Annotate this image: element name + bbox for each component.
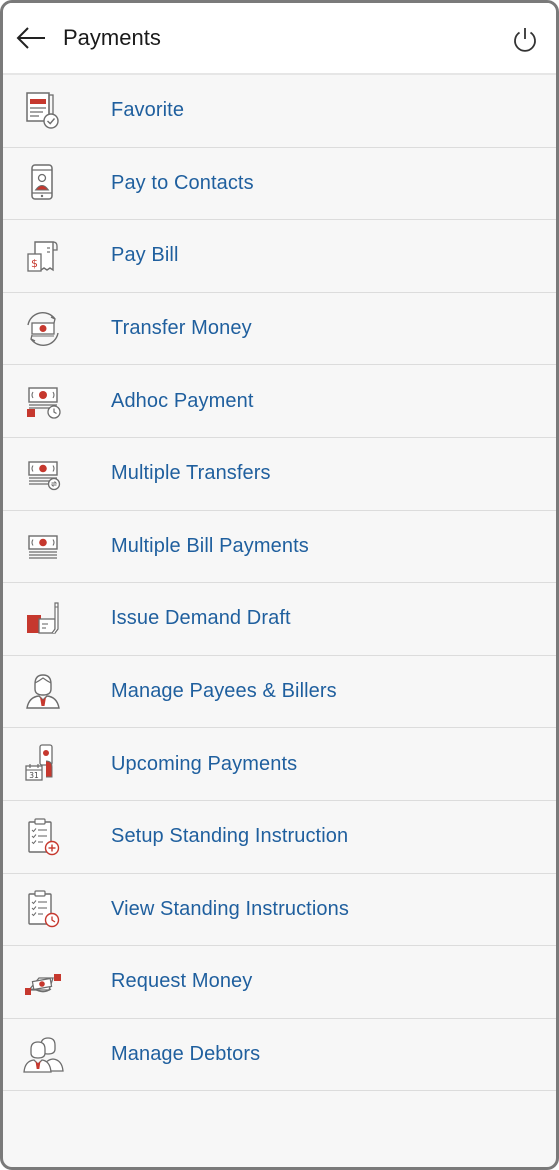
- menu-item-label: Upcoming Payments: [111, 752, 298, 775]
- menu-item-multiple-bill-payments[interactable]: Multiple Bill Payments: [3, 510, 556, 584]
- manage-debtors-icon: [23, 1036, 64, 1073]
- adhoc-payment-icon: [27, 387, 61, 419]
- transfer-money-icon: [27, 311, 59, 346]
- menu-item-manage-payees-billers[interactable]: Manage Payees & Billers: [3, 655, 556, 729]
- menu-item-label: Manage Debtors: [111, 1043, 261, 1066]
- menu-item-label: Adhoc Payment: [111, 389, 254, 412]
- menu-item-label: Setup Standing Instruction: [111, 825, 349, 848]
- issue-demand-draft-icon: [27, 602, 59, 634]
- menu-item-label: Multiple Bill Payments: [111, 534, 309, 557]
- menu-item-transfer-money[interactable]: Transfer Money: [3, 292, 556, 366]
- manage-payees-icon: [26, 673, 60, 709]
- menu-item-pay-bill[interactable]: $ Pay Bill: [3, 220, 556, 293]
- view-standing-instructions-icon: [28, 890, 60, 928]
- menu-item-manage-debtors[interactable]: Manage Debtors: [3, 1018, 556, 1092]
- menu-item-label: Transfer Money: [111, 317, 252, 340]
- svg-text:$: $: [31, 257, 38, 270]
- power-button[interactable]: [508, 23, 542, 57]
- menu-item-upcoming-payments[interactable]: 31 Upcoming Payments: [3, 728, 556, 801]
- multiple-bill-payments-icon: [28, 535, 58, 559]
- power-icon: [514, 28, 536, 52]
- app-header: Payments: [3, 3, 556, 75]
- page-title: Payments: [63, 25, 161, 50]
- app-frame: Payments Favorite Pay to Contacts $ Pay …: [0, 0, 559, 1170]
- menu-item-label: Pay to Contacts: [111, 171, 254, 194]
- menu-item-label: Request Money: [111, 970, 253, 993]
- calendar-day-text: 31: [29, 771, 39, 780]
- pay-bill-icon: $: [27, 241, 58, 272]
- upcoming-payments-icon: 31: [25, 744, 53, 781]
- request-money-icon: [25, 973, 61, 995]
- menu-item-issue-demand-draft[interactable]: Issue Demand Draft: [3, 583, 556, 656]
- menu-item-pay-to-contacts[interactable]: Pay to Contacts: [3, 147, 556, 221]
- menu-item-adhoc-payment[interactable]: Adhoc Payment: [3, 365, 556, 438]
- pay-to-contacts-icon: [31, 164, 53, 201]
- back-button[interactable]: [3, 3, 59, 74]
- menu-item-multiple-transfers[interactable]: Multiple Transfers: [3, 437, 556, 511]
- menu-item-label: View Standing Instructions: [111, 897, 349, 920]
- menu-item-label: Manage Payees & Billers: [111, 680, 337, 703]
- menu-item-label: Multiple Transfers: [111, 462, 271, 485]
- multiple-transfers-icon: [28, 461, 61, 490]
- menu-item-favorite[interactable]: Favorite: [3, 75, 556, 148]
- payments-menu: Favorite Pay to Contacts $ Pay Bill Tran…: [3, 75, 556, 1092]
- arrow-left-icon: [16, 27, 45, 49]
- menu-item-request-money[interactable]: Request Money: [3, 946, 556, 1019]
- menu-item-view-standing-instructions[interactable]: View Standing Instructions: [3, 873, 556, 947]
- menu-item-setup-standing-instruction[interactable]: Setup Standing Instruction: [3, 800, 556, 874]
- setup-standing-instruction-icon: [28, 818, 60, 855]
- menu-item-label: Issue Demand Draft: [111, 607, 291, 630]
- menu-item-label: Pay Bill: [111, 244, 179, 267]
- favorite-icon: [26, 92, 59, 129]
- menu-item-label: Favorite: [111, 99, 185, 122]
